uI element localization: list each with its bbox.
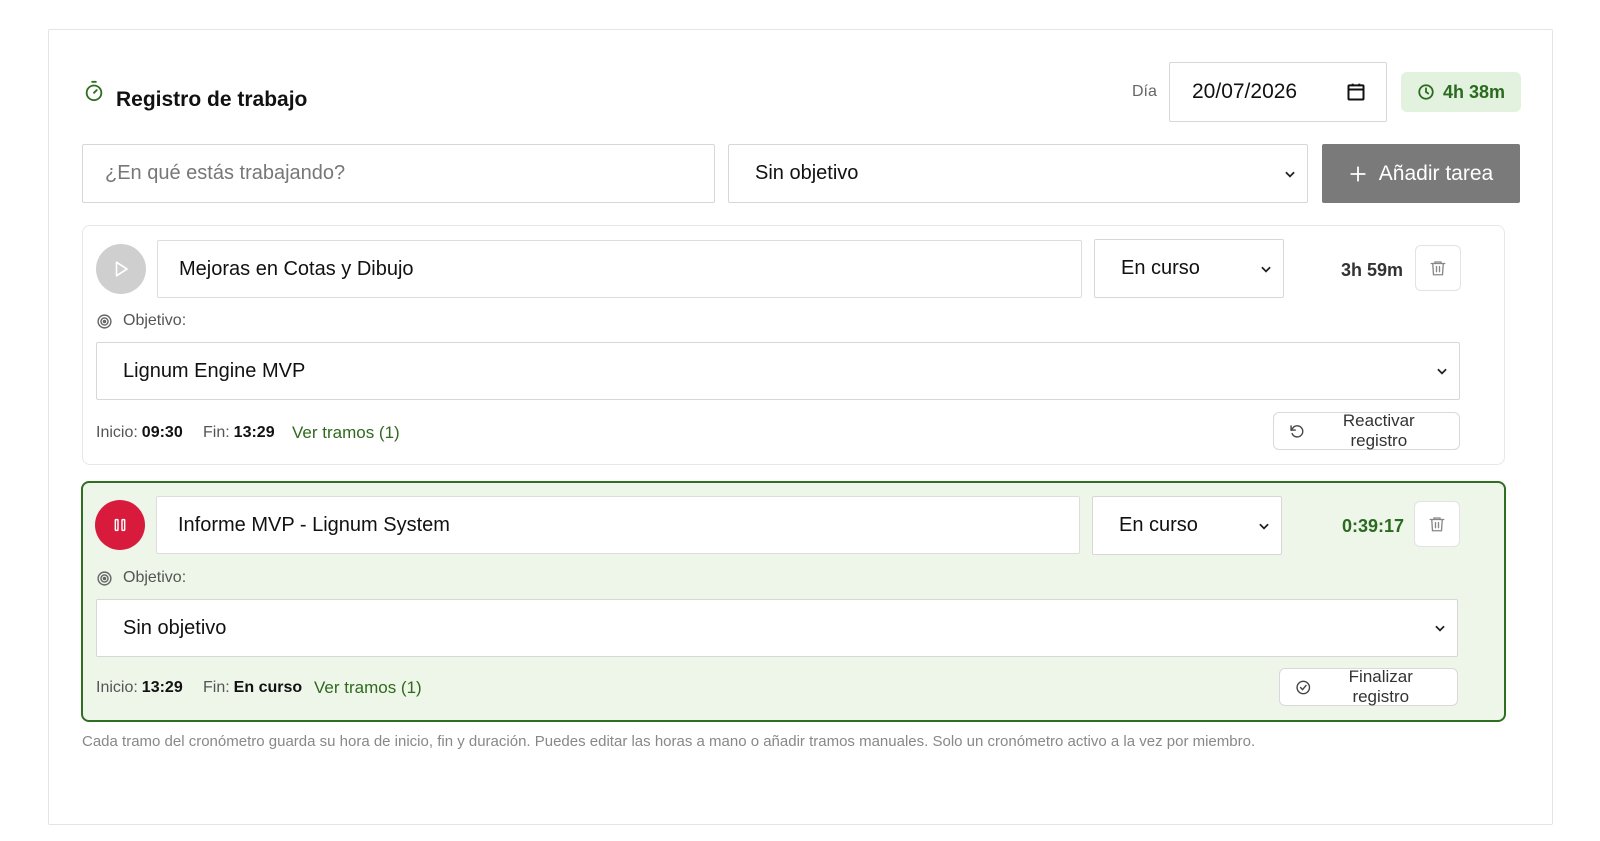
task-status-select[interactable]: En curso <box>1094 239 1284 298</box>
add-task-button[interactable]: Añadir tarea <box>1322 144 1520 203</box>
pause-icon <box>114 518 126 532</box>
task-card-active: Informe MVP - Lignum System En curso 0:3… <box>81 481 1506 722</box>
task-running-timer: 0:39:17 <box>1342 516 1405 536</box>
trash-icon <box>1430 261 1446 276</box>
stopwatch-icon <box>85 80 103 102</box>
objective-label: Objetivo: <box>96 312 186 330</box>
date-input[interactable]: 20/07/2026 <box>1169 62 1387 122</box>
chevron-down-icon <box>1261 266 1271 273</box>
date-value: 20/07/2026 <box>1192 80 1298 103</box>
add-task-label: Añadir tarea <box>1378 161 1494 185</box>
chevron-down-icon <box>1435 625 1445 632</box>
task-objective-value: Lignum Engine MVP <box>123 359 306 382</box>
chevron-down-icon <box>1259 523 1269 530</box>
clock-icon <box>1418 84 1434 100</box>
footnote: Cada tramo del cronómetro guarda su hora… <box>82 733 1256 750</box>
check-circle-icon <box>1296 680 1311 694</box>
new-task-objective-value: Sin objetivo <box>755 162 859 184</box>
total-time-badge: 4h 38m <box>1401 72 1521 112</box>
reactivate-button[interactable]: Reactivar registro <box>1273 411 1460 450</box>
task-status-value: En curso <box>1121 257 1200 279</box>
task-status-value: En curso <box>1119 514 1198 536</box>
new-task-input[interactable] <box>82 144 715 203</box>
task-status-select[interactable]: En curso <box>1092 496 1282 555</box>
finish-button[interactable]: Finalizar registro <box>1279 667 1458 706</box>
task-objective-select[interactable]: Sin objetivo <box>96 599 1458 657</box>
start-time: Inicio: 13:29 <box>96 679 183 696</box>
task-name-value: Informe MVP - Lignum System <box>178 513 450 536</box>
new-task-objective-select[interactable]: Sin objetivo <box>728 144 1308 203</box>
task-duration: 3h 59m <box>1341 260 1404 280</box>
calendar-icon[interactable] <box>1346 82 1366 102</box>
day-label: Día <box>1132 83 1157 100</box>
play-button[interactable] <box>96 244 146 294</box>
target-icon <box>97 570 112 586</box>
view-segments-link[interactable]: Ver tramos (1) <box>314 678 422 698</box>
view-segments-link[interactable]: Ver tramos (1) <box>292 423 400 443</box>
start-time: Inicio: 09:30 <box>96 424 183 441</box>
end-time: Fin: 13:29 <box>203 424 275 441</box>
plus-icon <box>1350 165 1366 182</box>
task-name-input[interactable]: Mejoras en Cotas y Dibujo <box>157 240 1082 298</box>
play-icon <box>115 261 128 277</box>
end-time: Fin: En curso <box>203 679 303 696</box>
work-log-card: Registro de trabajo Día 20/07/2026 4h 38… <box>48 29 1553 825</box>
task-name-value: Mejoras en Cotas y Dibujo <box>179 257 414 280</box>
trash-icon <box>1429 517 1445 532</box>
chevron-down-icon <box>1437 368 1447 375</box>
pause-button[interactable] <box>95 500 145 550</box>
target-icon <box>97 313 112 329</box>
total-time-value: 4h 38m <box>1442 81 1506 102</box>
task-objective-select[interactable]: Lignum Engine MVP <box>96 342 1460 400</box>
task-card: Mejoras en Cotas y Dibujo En curso 3h 59… <box>82 225 1505 465</box>
rotate-ccw-icon <box>1290 424 1304 438</box>
objective-label: Objetivo: <box>96 569 186 587</box>
delete-task-button[interactable] <box>1415 245 1461 291</box>
task-objective-value: Sin objetivo <box>123 616 227 639</box>
page-title: Registro de trabajo <box>116 88 308 111</box>
chevron-down-icon <box>1285 171 1295 178</box>
delete-task-button[interactable] <box>1414 501 1460 547</box>
task-name-input[interactable]: Informe MVP - Lignum System <box>156 496 1080 554</box>
